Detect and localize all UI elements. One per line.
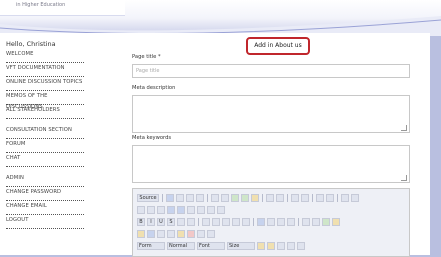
page-title-label: Page title * [132,54,161,60]
redo-icon[interactable] [301,194,309,202]
find-icon[interactable] [316,194,324,202]
meta-keywords-textarea[interactable] [132,145,410,183]
help-icon[interactable] [297,242,305,250]
form-icon[interactable] [137,206,145,214]
align-center-icon[interactable] [267,218,275,226]
numbered-list-icon[interactable] [202,218,210,226]
new-page-icon[interactable] [176,194,184,202]
unlink-icon[interactable] [312,218,320,226]
add-in-about-us-button[interactable]: Add in About us [246,37,310,55]
sidebar-item-logout[interactable]: LOGOUT [6,215,84,229]
sidebar-item-chat[interactable]: CHAT [6,153,84,167]
flag-icon[interactable] [332,218,340,226]
spellcheck-icon[interactable] [276,194,284,202]
meta-description-label: Meta description [132,85,176,91]
paste-word-icon[interactable] [251,194,259,202]
maximize-icon[interactable] [277,242,285,250]
image-icon[interactable] [137,230,145,238]
sidebar-item-online-discussion-topics[interactable]: ONLINE DISCUSSION TOPICS [6,77,84,91]
italic-icon[interactable]: I [147,218,155,226]
editor-toolbar-row-5: Form Normal Font Size [137,241,305,251]
sidebar-item-memos[interactable]: MEMOS OF THE DISCUSSIONS [6,91,84,110]
greeting: Hello, Christina [6,40,56,48]
align-left-icon[interactable] [257,218,265,226]
sidebar: Hello, Christina WELCOME VFT DOCUMENTATI… [6,39,118,229]
styles-select[interactable]: Normal [167,242,195,250]
cut-icon[interactable] [211,194,219,202]
print-icon[interactable] [266,194,274,202]
link-icon[interactable] [302,218,310,226]
size-select[interactable]: Size [227,242,255,250]
select-all-icon[interactable] [341,194,349,202]
special-char-icon[interactable] [187,230,195,238]
page-break-icon[interactable] [197,230,205,238]
smiley-icon[interactable] [177,230,185,238]
save-icon[interactable] [166,194,174,202]
subscript-icon[interactable] [177,218,185,226]
flash-icon[interactable] [147,230,155,238]
sidebar-item-welcome[interactable]: WELCOME [6,49,84,63]
format-select[interactable]: Form [137,242,165,250]
textfield-icon[interactable] [167,206,175,214]
main-page: Hello, Christina WELCOME VFT DOCUMENTATI… [0,33,430,257]
background-color-icon[interactable] [267,242,275,250]
checkbox-icon[interactable] [147,206,155,214]
page-title-placeholder: Page title [136,68,160,74]
remove-format-icon[interactable] [351,194,359,202]
meta-keywords-label: Meta keywords [132,135,172,141]
sidebar-item-change-email[interactable]: CHANGE EMAIL [6,201,84,215]
copy-icon[interactable] [221,194,229,202]
resize-grip-icon[interactable] [401,175,407,181]
page-title-input[interactable]: Page title [132,64,410,78]
bold-icon[interactable]: B [137,218,145,226]
font-select[interactable]: Font [197,242,225,250]
indent-icon[interactable] [232,218,240,226]
editor-toolbar-row-2 [137,205,225,215]
table-icon[interactable] [157,230,165,238]
editor-toolbar-row-1: Source [137,193,359,203]
underline-icon[interactable]: U [157,218,165,226]
align-right-icon[interactable] [277,218,285,226]
image-button-icon[interactable] [207,206,215,214]
paste-text-icon[interactable] [241,194,249,202]
header-band: in Higher Education [0,0,441,36]
textarea-icon[interactable] [177,206,185,214]
strike-icon[interactable]: S [167,218,175,226]
justify-icon[interactable] [287,218,295,226]
sidebar-item-forum[interactable]: FORUM [6,139,84,153]
brand-subtitle: in Higher Education [16,2,66,8]
sidebar-item-admin[interactable]: ADMIN [6,173,84,187]
select-field-icon[interactable] [187,206,195,214]
brand-tab: in Higher Education [0,0,125,16]
horizontal-rule-icon[interactable] [167,230,175,238]
templates-icon[interactable] [196,194,204,202]
sidebar-item-vft-documentation[interactable]: VFT DOCUMENTATION [6,63,84,77]
paste-icon[interactable] [231,194,239,202]
sidebar-item-consultation-section[interactable]: CONSULTATION SECTION [6,125,84,139]
replace-icon[interactable] [326,194,334,202]
source-button[interactable]: Source [137,194,159,202]
text-color-icon[interactable] [257,242,265,250]
resize-grip-icon[interactable] [401,125,407,131]
editor-toolbar-row-4 [137,229,215,239]
iframe-icon[interactable] [207,230,215,238]
form-button-icon[interactable] [197,206,205,214]
preview-icon[interactable] [186,194,194,202]
rich-text-editor[interactable]: Source B I U S Form Normal Font Size [132,188,410,257]
sidebar-item-change-password[interactable]: CHANGE PASSWORD [6,187,84,201]
meta-description-textarea[interactable] [132,95,410,133]
editor-toolbar-row-3: B I U S [137,217,340,227]
hidden-field-icon[interactable] [217,206,225,214]
sidebar-item-all-stakeholders[interactable]: ALL STAKEHOLDERS [6,105,84,119]
bulleted-list-icon[interactable] [212,218,220,226]
undo-icon[interactable] [291,194,299,202]
superscript-icon[interactable] [187,218,195,226]
anchor-icon[interactable] [322,218,330,226]
show-blocks-icon[interactable] [287,242,295,250]
blockquote-icon[interactable] [242,218,250,226]
radio-icon[interactable] [157,206,165,214]
outdent-icon[interactable] [222,218,230,226]
